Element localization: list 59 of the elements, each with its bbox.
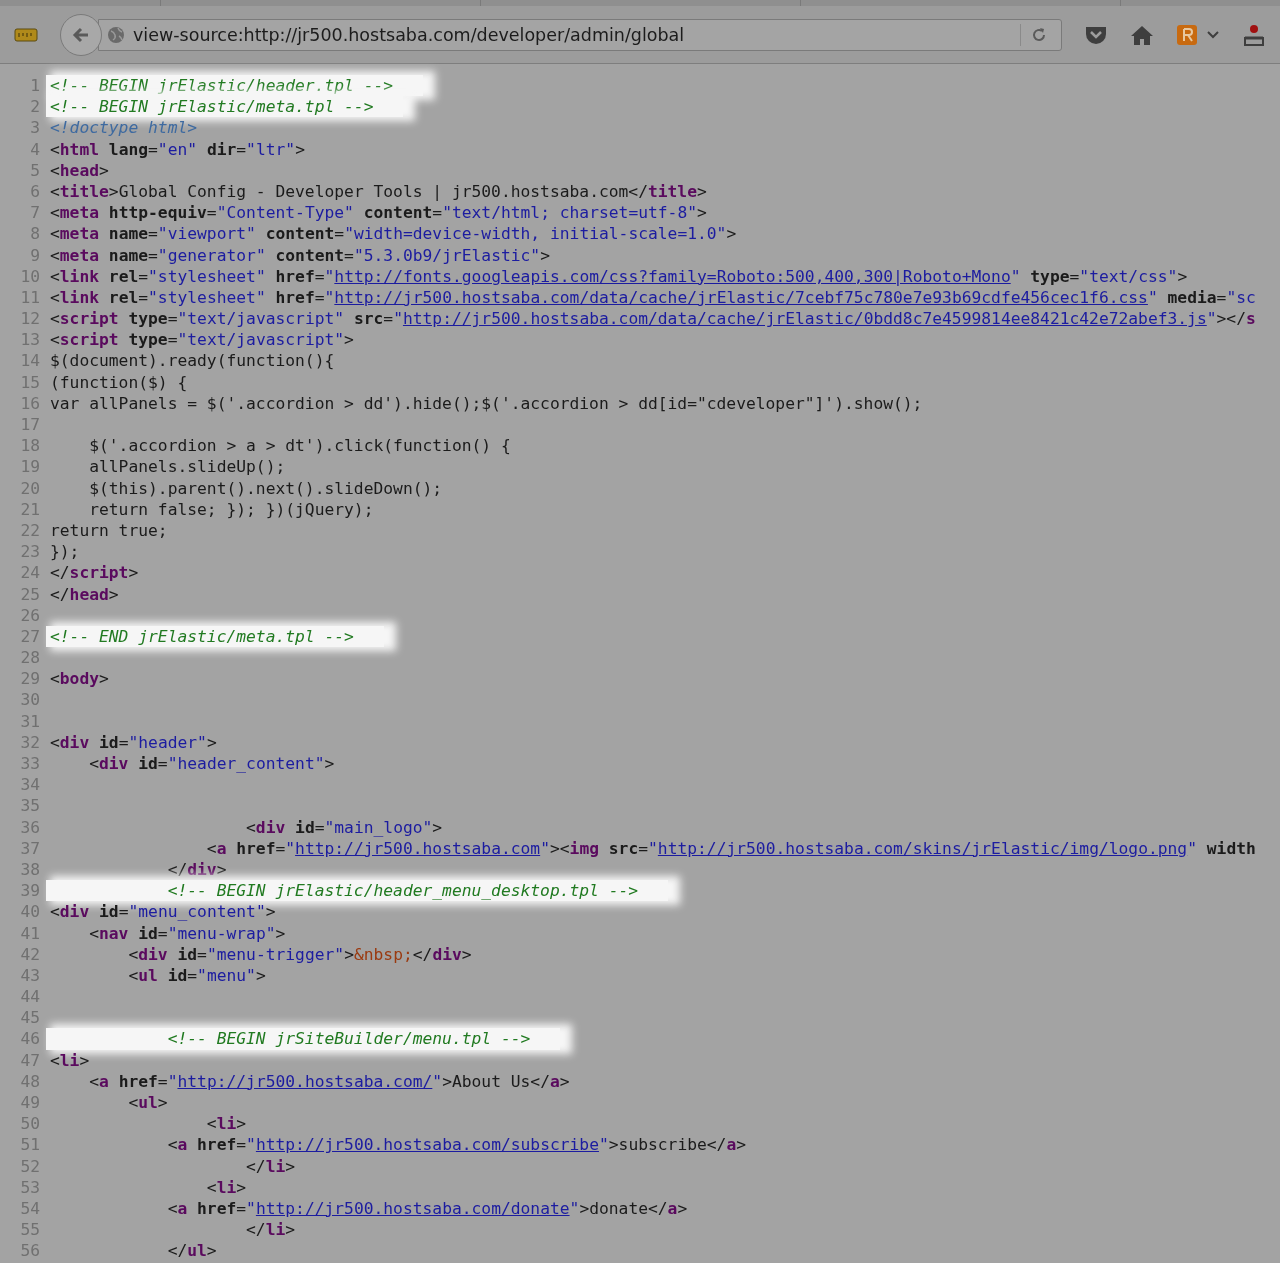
link[interactable]: http://jr500.hostsaba.com/skins/jrElastic/img/logo.png (657, 838, 1188, 858)
globe-icon (107, 25, 125, 44)
url-text: view-source:http://jr500.hostsaba.com/developer/admin/global (133, 24, 686, 45)
code-line: <a href="http://jr500.hostsaba.com"><img src="http://jr500.hostsaba.com/skins/jrElastic/img/logo.png" width (205, 837, 1256, 859)
code-line: return true; (50, 519, 168, 542)
code-line: <meta name="viewport" content="width=device-width, initial-scale=1.0"> (50, 223, 737, 245)
code-line: }); (50, 541, 80, 563)
code-line: allPanels.slideUp(); (88, 456, 286, 478)
person-icon[interactable] (1242, 22, 1266, 47)
link[interactable]: http://jr500.hostsaba.com/ (177, 1071, 433, 1091)
link[interactable]: http://jr500.hostsaba.com/subscribe (255, 1135, 599, 1155)
code-line: </head> (50, 583, 119, 605)
code-line: <div id="header"> (50, 731, 217, 753)
code-line: <script type="text/javascript"> (50, 329, 354, 351)
address-bar[interactable]: view-source:http://jr500.hostsaba.com/developer/admin/global (98, 18, 1062, 51)
code-line: return false; }); })(jQuery); (88, 498, 374, 520)
code-line: <a href="http://jr500.hostsaba.com/">About Us</a> (88, 1070, 570, 1092)
link[interactable]: http://jr500.hostsaba.com (295, 838, 541, 858)
code-line: <li> (205, 1113, 247, 1135)
code-line: </li> (245, 1155, 296, 1177)
code-line: <div id="menu_content"> (50, 901, 276, 923)
code-line: <nav id="menu-wrap"> (88, 922, 286, 944)
code-line: </div> (166, 858, 227, 881)
code-line: <link rel="stylesheet" href="http://jr500.hostsaba.com/data/cache/jrElastic/7cebf75c780e7e93b69cdfe456cec1f6.css" media="sc (50, 286, 1256, 309)
code-line: <a href="http://jr500.hostsaba.com/donate">donate</a> (166, 1197, 688, 1220)
code-line: <li> (205, 1176, 247, 1198)
code-line: <div id="menu-trigger">&nbsp;</div> (127, 943, 472, 965)
code-line: <div id="header_content"> (88, 753, 335, 775)
code-line: <meta http-equiv="Content-Type" content="text/html; charset=utf-8"> (50, 202, 707, 224)
code-line: <ul> (127, 1092, 168, 1114)
home-icon[interactable] (1130, 23, 1154, 46)
code-line: $(this).parent().next().slideDown(); (88, 477, 443, 499)
back-button[interactable] (60, 13, 102, 56)
caret-icon[interactable] (1206, 29, 1220, 40)
code-line: <meta name="generator" content="5.3.0b9/jrElastic"> (50, 244, 550, 266)
link[interactable]: http://fonts.googleapis.com/css?family=Roboto:500,400,300|Roboto+Mono (334, 266, 1011, 286)
link[interactable]: http://jr500.hostsaba.com/data/cache/jrElastic/0bdd8c7e4599814ee8421c42e72abef3.js (402, 309, 1207, 329)
code-line: <link rel="stylesheet" href="http://fonts.googleapis.com/css?family=Roboto:500,400,300|Roboto+Mono" type="text/css"> (50, 265, 1188, 287)
code-line: </ul> (166, 1240, 217, 1262)
code-line: $(document).ready(function(){ (50, 350, 335, 372)
code-line: <head> (50, 159, 109, 181)
code-line: (function($) { (50, 371, 188, 393)
code-line: </li> (245, 1219, 296, 1241)
code-line: $('.accordion > a > dt').click(function() { (88, 435, 511, 457)
code-line: <div id="main_logo"> (245, 816, 443, 838)
ruler-icon[interactable] (14, 26, 38, 43)
code-line: <li> (50, 1049, 90, 1071)
code-line: <title>Global Config - Developer Tools | jr500.hostsaba.com</title> (50, 180, 707, 203)
code-line: </script> (50, 562, 139, 584)
code-line: <a href="http://jr500.hostsaba.com/subscribe">subscribe</a> (166, 1134, 747, 1156)
code-line: <html lang="en" dir="ltr"> (50, 138, 305, 160)
link[interactable]: http://jr500.hostsaba.com/donate (255, 1198, 570, 1218)
code-line: var allPanels = $('.accordion > dd').hide();$('.accordion > dd[id="cdeveloper"]').show(); (50, 392, 923, 414)
letter-r-icon[interactable] (1176, 23, 1198, 46)
code-line: <body> (50, 668, 109, 690)
link[interactable]: http://jr500.hostsaba.com/data/cache/jrElastic/7cebf75c780e7e93b69cdfe456cec1f6.css (334, 287, 1148, 307)
code-line: <!doctype html> (50, 117, 198, 139)
code-line: <script type="text/javascript" src="http://jr500.hostsaba.com/data/cache/jrElastic/0bdd8c7e4599814ee8421c42e72abef3.js"></s (50, 308, 1256, 330)
code-line: <ul id="menu"> (127, 964, 266, 987)
